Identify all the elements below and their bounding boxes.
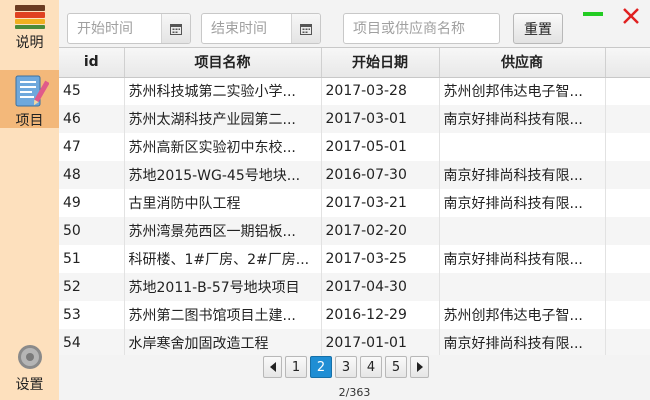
cell-start-date: 2017-03-28 xyxy=(321,77,440,105)
cell-project-name: 苏州高新区实验初中东校... xyxy=(124,133,322,161)
sidebar-item-label: 说明 xyxy=(15,35,44,51)
search-field[interactable] xyxy=(343,13,500,44)
cell-filler xyxy=(605,217,650,245)
cell-start-date: 2017-03-01 xyxy=(321,105,440,133)
cell-supplier: 南京好排尚科技有限... xyxy=(439,189,606,217)
table-row[interactable]: 45 苏州科技城第二实验小学... 2017-03-28 苏州创邦伟达电子智..… xyxy=(59,77,650,105)
cell-supplier: 南京好排尚科技有限... xyxy=(439,105,606,133)
page-indicator: 2/363 xyxy=(338,386,371,399)
cell-project-name: 苏地2011-B-57号地块项目 xyxy=(124,273,322,301)
cell-id: 48 xyxy=(59,161,125,189)
calendar-icon[interactable] xyxy=(291,14,320,43)
cell-filler xyxy=(605,301,650,329)
calendar-icon[interactable] xyxy=(161,14,190,43)
cell-start-date: 2017-05-01 xyxy=(321,133,440,161)
notebook-icon xyxy=(13,4,47,34)
sidebar-item-settings[interactable]: 设置 xyxy=(0,336,59,400)
cell-id: 47 xyxy=(59,133,125,161)
cell-filler xyxy=(605,189,650,217)
cell-supplier xyxy=(439,273,606,301)
cell-id: 53 xyxy=(59,301,125,329)
cell-filler xyxy=(605,133,650,161)
cell-filler xyxy=(605,161,650,189)
minimize-icon[interactable] xyxy=(581,6,605,20)
cell-id: 51 xyxy=(59,245,125,273)
document-pencil-icon xyxy=(11,74,50,112)
table-row[interactable]: 46 苏州太湖科技产业园第二... 2017-03-01 南京好排尚科技有限..… xyxy=(59,105,650,133)
cell-start-date: 2017-01-01 xyxy=(321,329,440,355)
sidebar-item-label: 设置 xyxy=(15,377,44,393)
sidebar: 说明 项目 设置 xyxy=(0,0,59,400)
table-row[interactable]: 50 苏州湾景苑西区一期铝板... 2017-02-20 xyxy=(59,217,650,245)
end-date-picker[interactable] xyxy=(201,13,321,44)
sidebar-item-label: 项目 xyxy=(15,113,44,129)
cell-id: 46 xyxy=(59,105,125,133)
cell-supplier: 苏州创邦伟达电子智... xyxy=(439,77,606,105)
table-row[interactable]: 52 苏地2011-B-57号地块项目 2017-04-30 xyxy=(59,273,650,301)
page-button[interactable]: 1 xyxy=(285,356,307,378)
table-row[interactable]: 47 苏州高新区实验初中东校... 2017-05-01 xyxy=(59,133,650,161)
column-header-filler xyxy=(605,48,650,78)
table-row[interactable]: 49 古里消防中队工程 2017-03-21 南京好排尚科技有限... xyxy=(59,189,650,217)
cell-id: 54 xyxy=(59,329,125,355)
column-header-id[interactable]: id xyxy=(59,48,125,78)
reset-button[interactable]: 重置 xyxy=(513,13,563,44)
page-button[interactable]: 3 xyxy=(335,356,357,378)
previous-page-icon[interactable] xyxy=(263,356,282,378)
cell-supplier: 苏州创邦伟达电子智... xyxy=(439,301,606,329)
cell-supplier xyxy=(439,217,606,245)
table-row[interactable]: 51 科研楼、1#厂房、2#厂房... 2017-03-25 南京好排尚科技有限… xyxy=(59,245,650,273)
column-header-start-date[interactable]: 开始日期 xyxy=(321,48,440,78)
cell-id: 45 xyxy=(59,77,125,105)
cell-filler xyxy=(605,245,650,273)
next-page-icon[interactable] xyxy=(410,356,429,378)
end-date-input[interactable] xyxy=(202,14,291,43)
cell-filler xyxy=(605,77,650,105)
cell-project-name: 古里消防中队工程 xyxy=(124,189,322,217)
cell-project-name: 科研楼、1#厂房、2#厂房... xyxy=(124,245,322,273)
cell-supplier: 南京好排尚科技有限... xyxy=(439,161,606,189)
pagination: 1 2 3 4 5 xyxy=(263,356,429,378)
cell-filler xyxy=(605,105,650,133)
search-input[interactable] xyxy=(344,14,499,43)
cell-project-name: 苏地2015-WG-45号地块... xyxy=(124,161,322,189)
gear-icon xyxy=(15,342,45,376)
cell-project-name: 苏州湾景苑西区一期铝板... xyxy=(124,217,322,245)
cell-id: 49 xyxy=(59,189,125,217)
cell-supplier: 南京好排尚科技有限... xyxy=(439,245,606,273)
start-date-input[interactable] xyxy=(68,14,161,43)
cell-start-date: 2017-03-21 xyxy=(321,189,440,217)
cell-supplier: 南京好排尚科技有限... xyxy=(439,329,606,355)
table-row[interactable]: 54 水岸寒舍加固改造工程 2017-01-01 南京好排尚科技有限... xyxy=(59,329,650,355)
cell-supplier xyxy=(439,133,606,161)
sidebar-item-projects[interactable]: 项目 xyxy=(0,70,59,129)
cell-project-name: 水岸寒舍加固改造工程 xyxy=(124,329,322,355)
cell-id: 52 xyxy=(59,273,125,301)
cell-start-date: 2017-03-25 xyxy=(321,245,440,273)
cell-project-name: 苏州太湖科技产业园第二... xyxy=(124,105,322,133)
cell-start-date: 2016-12-29 xyxy=(321,301,440,329)
start-date-picker[interactable] xyxy=(67,13,191,44)
cell-id: 50 xyxy=(59,217,125,245)
cell-project-name: 苏州第二图书馆项目土建... xyxy=(124,301,322,329)
project-table: id 项目名称 开始日期 供应商 45 苏州科技城第二实验小学... 2017-… xyxy=(59,47,650,355)
toolbar: 重置 xyxy=(59,0,650,46)
cell-start-date: 2016-07-30 xyxy=(321,161,440,189)
table-row[interactable]: 53 苏州第二图书馆项目土建... 2016-12-29 苏州创邦伟达电子智..… xyxy=(59,301,650,329)
cell-start-date: 2017-02-20 xyxy=(321,217,440,245)
page-button[interactable]: 5 xyxy=(385,356,407,378)
page-button[interactable]: 4 xyxy=(360,356,382,378)
cell-filler xyxy=(605,329,650,355)
column-header-supplier[interactable]: 供应商 xyxy=(439,48,606,78)
close-icon[interactable] xyxy=(619,4,643,28)
cell-project-name: 苏州科技城第二实验小学... xyxy=(124,77,322,105)
column-header-project-name[interactable]: 项目名称 xyxy=(124,48,322,78)
table-row[interactable]: 48 苏地2015-WG-45号地块... 2016-07-30 南京好排尚科技… xyxy=(59,161,650,189)
sidebar-item-instructions[interactable]: 说明 xyxy=(0,0,59,64)
page-button-current[interactable]: 2 xyxy=(310,356,332,378)
table-header: id 项目名称 开始日期 供应商 xyxy=(59,48,650,78)
cell-filler xyxy=(605,273,650,301)
cell-start-date: 2017-04-30 xyxy=(321,273,440,301)
